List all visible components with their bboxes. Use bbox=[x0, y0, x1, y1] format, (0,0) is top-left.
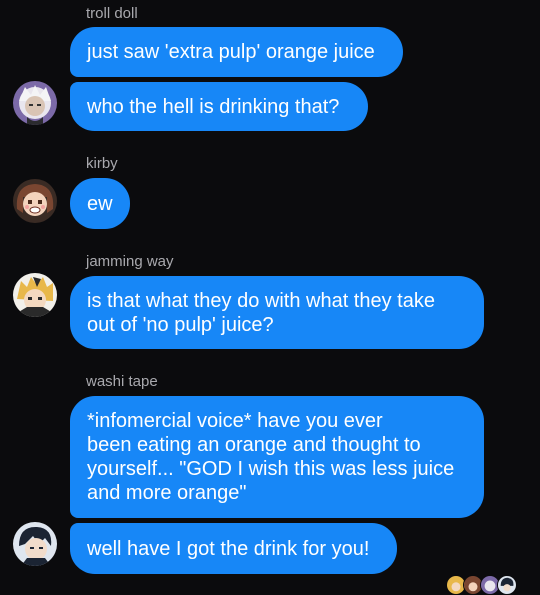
white-haired-character-avatar-icon bbox=[13, 81, 57, 125]
message-bubble[interactable]: is that what they do with what they take… bbox=[70, 276, 484, 349]
avatar-jamming-way[interactable] bbox=[13, 273, 57, 317]
read-receipt-avatar-icon bbox=[497, 575, 517, 595]
sender-name-kirby: kirby bbox=[86, 155, 118, 172]
dark-haired-character-avatar-icon bbox=[13, 522, 57, 566]
message-bubble[interactable]: just saw 'extra pulp' orange juice bbox=[70, 27, 403, 77]
blonde-character-avatar-icon bbox=[13, 273, 57, 317]
avatar-troll-doll[interactable] bbox=[13, 81, 57, 125]
avatar-kirby[interactable] bbox=[13, 179, 57, 223]
brown-haired-character-avatar-icon bbox=[13, 179, 57, 223]
avatar-washi-tape[interactable] bbox=[13, 522, 57, 566]
sender-name-troll-doll: troll doll bbox=[86, 5, 138, 22]
read-receipts bbox=[446, 575, 517, 595]
message-bubble[interactable]: ew bbox=[70, 178, 130, 229]
sender-name-jamming-way: jamming way bbox=[86, 253, 174, 270]
message-bubble[interactable]: who the hell is drinking that? bbox=[70, 82, 368, 131]
message-bubble[interactable]: well have I got the drink for you! bbox=[70, 523, 397, 574]
sender-name-washi-tape: washi tape bbox=[86, 373, 158, 390]
message-bubble[interactable]: *infomercial voice* have you ever been e… bbox=[70, 396, 484, 518]
